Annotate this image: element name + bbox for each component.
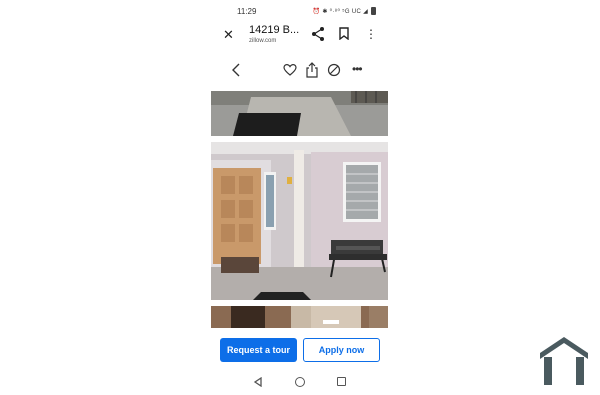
heart-icon[interactable]	[283, 63, 297, 77]
interior-photo[interactable]	[211, 306, 388, 328]
listing-toolbar: •••	[211, 58, 388, 84]
hide-icon[interactable]	[327, 63, 341, 77]
upload-share-icon[interactable]	[305, 62, 319, 78]
driveway-photo[interactable]	[211, 91, 388, 136]
porch-illustration	[211, 142, 388, 300]
apply-now-button[interactable]: Apply now	[303, 338, 380, 362]
nav-home-icon[interactable]	[295, 377, 305, 387]
phone-screen: 11:29 ⏰ ✱ ⁰·⁸⁰ ⁵G UC ◢ ✕ 14219 B... zill…	[211, 0, 388, 395]
request-tour-button[interactable]: Request a tour	[220, 338, 297, 362]
bookmark-icon[interactable]	[339, 27, 349, 40]
share-icon[interactable]	[311, 26, 325, 42]
browser-tab-bar: ✕ 14219 B... zillow.com ⋮	[211, 20, 388, 50]
more-horiz-icon[interactable]: •••	[352, 62, 363, 76]
status-indicator-text: ⏰ ✱ ⁰·⁸⁰ ⁵G UC ◢	[312, 8, 368, 15]
nav-back-icon[interactable]	[253, 377, 263, 387]
status-bar: 11:29 ⏰ ✱ ⁰·⁸⁰ ⁵G UC ◢	[211, 5, 388, 19]
house-logo-icon	[540, 337, 588, 385]
page-url: zillow.com	[249, 38, 277, 44]
status-time: 11:29	[237, 7, 257, 16]
status-indicators: ⏰ ✱ ⁰·⁸⁰ ⁵G UC ◢	[313, 7, 376, 15]
nav-recents-icon[interactable]	[337, 377, 346, 386]
close-icon[interactable]: ✕	[223, 27, 234, 43]
system-nav-bar	[211, 372, 388, 392]
page-title: 14219 B...	[249, 24, 300, 36]
battery-icon	[371, 7, 376, 15]
interior-illustration	[211, 306, 388, 328]
cta-bar: Request a tour Apply now	[211, 336, 388, 364]
back-chevron-icon[interactable]	[231, 62, 241, 78]
driveway-illustration	[211, 91, 388, 136]
more-vert-icon[interactable]: ⋮	[365, 26, 377, 42]
front-porch-photo[interactable]	[211, 142, 388, 300]
